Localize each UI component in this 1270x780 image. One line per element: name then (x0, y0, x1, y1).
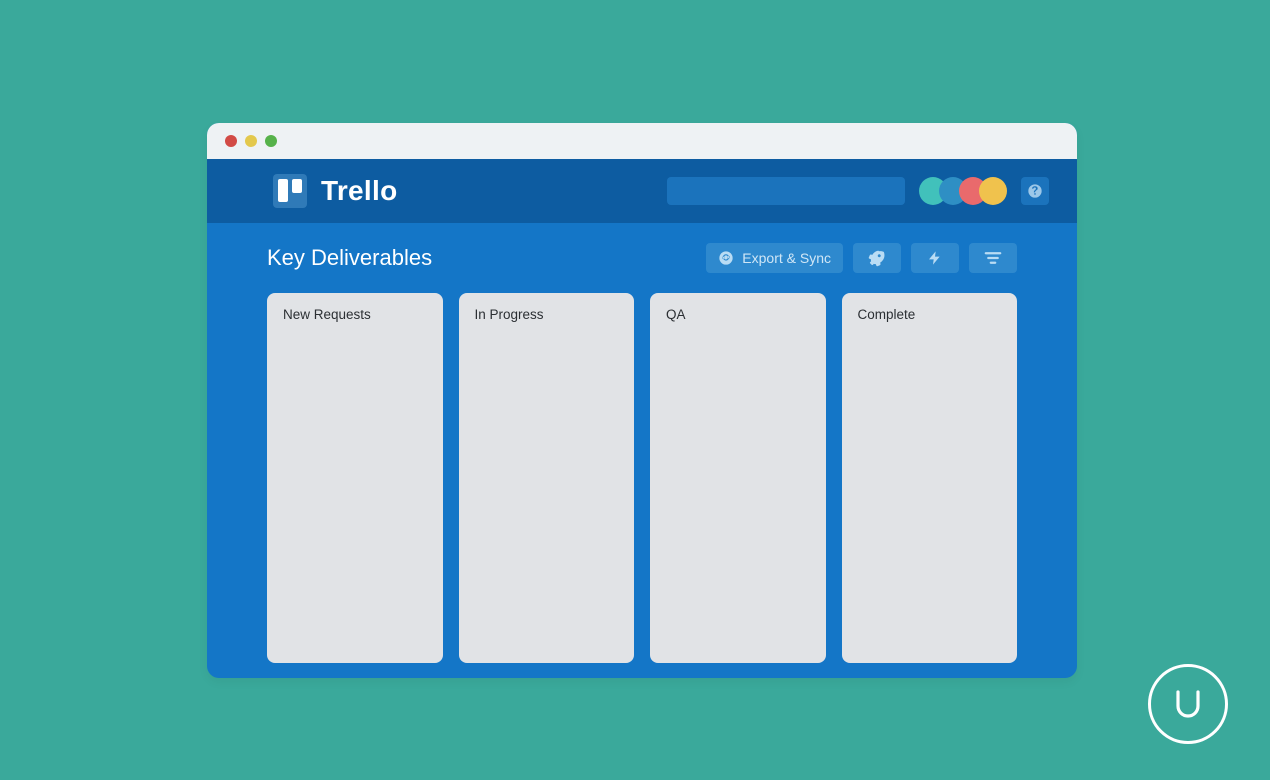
export-sync-label: Export & Sync (742, 250, 831, 266)
help-icon (1027, 183, 1043, 199)
avatar[interactable] (979, 177, 1007, 205)
unito-watermark-icon (1148, 664, 1228, 744)
brand-name: Trello (321, 175, 398, 207)
list-title: Complete (858, 307, 1002, 322)
window-close-button[interactable] (225, 135, 237, 147)
help-button[interactable] (1021, 177, 1049, 205)
list-title: In Progress (475, 307, 619, 322)
automation-button[interactable] (911, 243, 959, 273)
window-minimize-button[interactable] (245, 135, 257, 147)
list-complete[interactable]: Complete (842, 293, 1018, 663)
lightning-icon (927, 249, 943, 267)
sync-icon (718, 250, 734, 266)
app-window: Trello Key Deliverables Export & Sync (207, 123, 1077, 678)
board-title: Key Deliverables (267, 245, 432, 271)
trello-logo-icon (273, 174, 307, 208)
member-avatars (919, 177, 1007, 205)
board-lists: New Requests In Progress QA Complete (207, 293, 1077, 678)
list-title: QA (666, 307, 810, 322)
list-qa[interactable]: QA (650, 293, 826, 663)
brand: Trello (273, 174, 398, 208)
filter-icon (983, 250, 1003, 266)
list-in-progress[interactable]: In Progress (459, 293, 635, 663)
filter-button[interactable] (969, 243, 1017, 273)
app-header: Trello (207, 159, 1077, 223)
list-title: New Requests (283, 307, 427, 322)
search-input[interactable] (667, 177, 905, 205)
export-sync-button[interactable]: Export & Sync (706, 243, 843, 273)
powerups-button[interactable] (853, 243, 901, 273)
window-maximize-button[interactable] (265, 135, 277, 147)
rocket-icon (868, 249, 886, 267)
list-new-requests[interactable]: New Requests (267, 293, 443, 663)
window-titlebar (207, 123, 1077, 159)
board-header: Key Deliverables Export & Sync (207, 223, 1077, 293)
